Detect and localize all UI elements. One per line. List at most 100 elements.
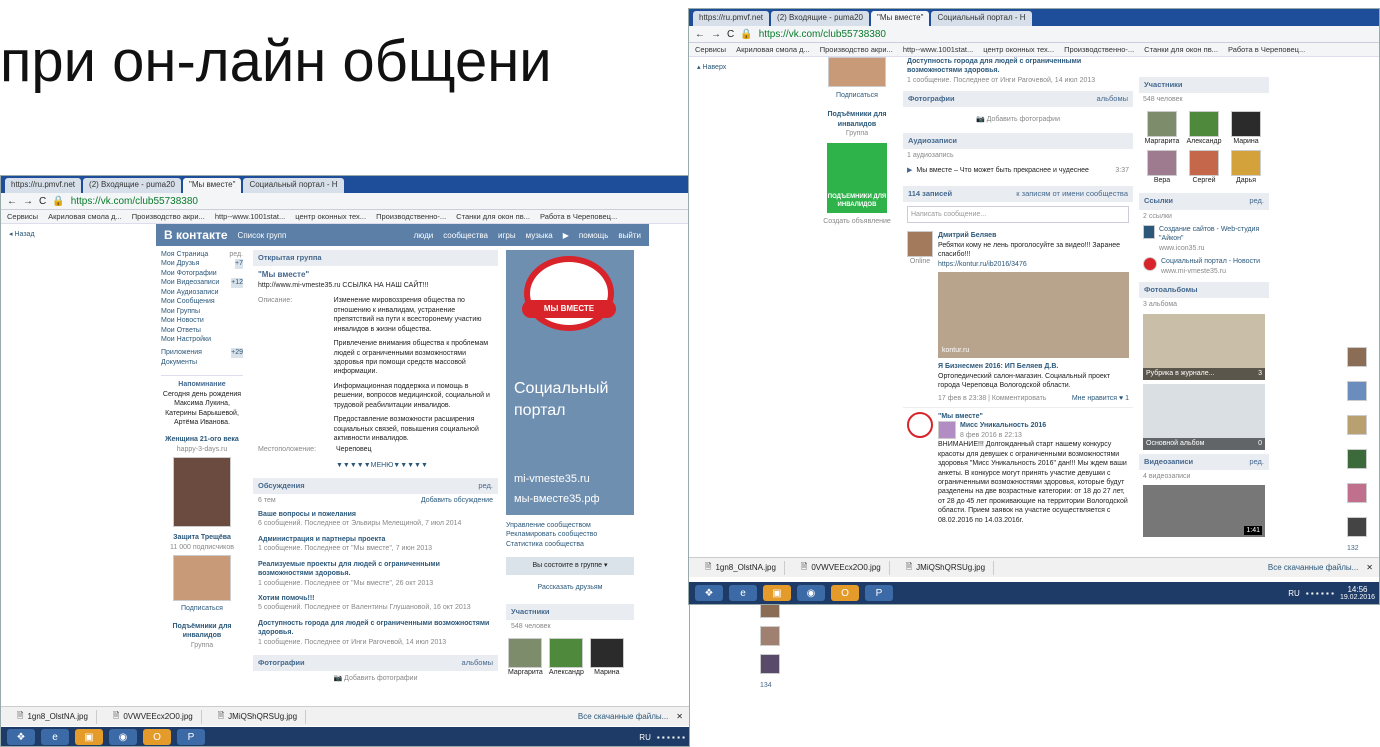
chrome-icon[interactable]: ◉: [797, 585, 825, 601]
tab-2[interactable]: (2) Входящие - puma20: [83, 178, 181, 193]
forward-icon[interactable]: →: [23, 196, 33, 207]
thumb-avatar[interactable]: [1347, 517, 1367, 537]
topic-title[interactable]: Ваше вопросы и пожелания: [258, 510, 493, 519]
topic-title[interactable]: Администрация и партнеры проекта: [258, 535, 493, 544]
write-message-input[interactable]: Написать сообщение...: [907, 206, 1129, 224]
tab-1[interactable]: https://ru.pmvf.net: [693, 11, 770, 26]
clock[interactable]: 14:56 19.02.2016: [1340, 585, 1375, 601]
bookmark-1[interactable]: Сервисы: [695, 45, 726, 54]
bookmark-5[interactable]: центр оконных тех...: [295, 212, 366, 221]
bookmark-8[interactable]: Работа в Череповец...: [1228, 45, 1305, 54]
tray-icons[interactable]: ▪ ▪ ▪ ▪ ▪ ▪: [657, 733, 685, 742]
member-name[interactable]: Марина: [590, 668, 624, 677]
start-icon[interactable]: ❖: [695, 585, 723, 601]
member-avatar[interactable]: [589, 637, 624, 668]
lang-indicator[interactable]: RU: [639, 733, 651, 742]
post-title[interactable]: Я Бизнесмен 2016: ИП Беляев Д.В.: [938, 362, 1129, 371]
posts-header[interactable]: 114 записей к записям от имени сообщества: [903, 185, 1133, 202]
group-avatar[interactable]: [907, 411, 933, 438]
links-edit[interactable]: ред.: [1249, 196, 1264, 206]
post-link[interactable]: https://kontur.ru/ib2016/3476: [938, 260, 1129, 269]
like-button[interactable]: Мне нравится ♥ 1: [1072, 394, 1129, 403]
download-item[interactable]: 🗎 0VWVEEcx2O0.jpg: [105, 709, 202, 724]
tab-2[interactable]: (2) Входящие - puma20: [771, 11, 869, 26]
menu-friends[interactable]: Мои Друзья +7: [161, 259, 243, 269]
folder-icon[interactable]: ▣: [75, 729, 103, 745]
member-button[interactable]: Вы состоите в группе ▾: [506, 557, 634, 575]
mgmt-link[interactable]: Рекламировать сообщество: [506, 530, 634, 539]
tab-4[interactable]: Социальный портал - Н: [243, 178, 344, 193]
links-header[interactable]: Ссылки ред.: [1139, 193, 1269, 210]
mgmt-link[interactable]: Управление сообществом: [506, 521, 634, 530]
thumb-avatar[interactable]: [1347, 381, 1367, 401]
thumb-avatar[interactable]: [1347, 347, 1367, 367]
url-text[interactable]: https://vk.com/club55738380: [759, 29, 886, 40]
menu-videos[interactable]: Мои Видеозаписи +12: [161, 278, 243, 288]
member-name[interactable]: Сергей: [1185, 176, 1223, 185]
close-icon[interactable]: ✕: [1366, 563, 1373, 572]
vk-logo[interactable]: В контакте: [164, 228, 228, 242]
nav-music[interactable]: музыка: [526, 231, 553, 240]
nav-games[interactable]: игры: [498, 231, 516, 240]
audio-header[interactable]: Аудиозаписи: [903, 132, 1133, 149]
member-name[interactable]: Маргарита: [1143, 137, 1181, 146]
subscribe-link[interactable]: Подписаться: [161, 604, 243, 613]
photos-header[interactable]: Фотографии альбомы: [253, 655, 498, 672]
videos-header[interactable]: Видеозаписи ред.: [1139, 453, 1269, 470]
member-name[interactable]: Дарья: [1227, 176, 1265, 185]
thumb-avatar[interactable]: [1347, 449, 1367, 469]
albums-link[interactable]: альбомы: [462, 658, 493, 668]
external-link[interactable]: Социальный портал - Новости: [1161, 257, 1260, 266]
url-text[interactable]: https://vk.com/club55738380: [71, 196, 198, 207]
download-item[interactable]: 🗎 1gn8_OlstNA.jpg: [9, 709, 97, 724]
group-banner[interactable]: МЫ ВМЕСТЕ Социальный портал mi-vmeste35.…: [506, 250, 634, 515]
topic-title[interactable]: Доступность города для людей с ограничен…: [258, 619, 493, 638]
tab-3[interactable]: "Мы вместе": [182, 178, 242, 193]
menu-settings[interactable]: Мои Настройки: [161, 335, 243, 344]
menu-photos[interactable]: Мои Фотографии: [161, 269, 243, 278]
back-link[interactable]: ◂ Назад: [9, 230, 35, 239]
scroll-up-link[interactable]: ▴ Наверх: [697, 63, 726, 72]
address-bar[interactable]: ← → C 🔒 https://vk.com/club55738380: [689, 26, 1379, 43]
repost-avatar[interactable]: [938, 421, 956, 440]
group-link[interactable]: http://www.mi-vmeste35.ru ССЫЛКА НА НАШ …: [258, 281, 493, 290]
bookmark-3[interactable]: Производство акри...: [132, 212, 205, 221]
discussions-edit[interactable]: ред.: [478, 481, 493, 491]
albums-link[interactable]: альбомы: [1097, 94, 1128, 104]
ad-image-2[interactable]: [173, 555, 231, 602]
member-name[interactable]: Александр: [549, 668, 584, 677]
address-bar[interactable]: ← → C 🔒 https://vk.com/club55738380: [1, 193, 689, 210]
ad-title-1[interactable]: Женщина 21-ого века: [161, 435, 243, 444]
topic-title[interactable]: Доступность города для людей с ограничен…: [907, 57, 1129, 76]
post-video[interactable]: kontur.ru: [938, 272, 1129, 359]
nav-help[interactable]: помощь: [579, 231, 608, 240]
download-item[interactable]: 🗎 1gn8_OlstNA.jpg: [697, 560, 785, 575]
forward-icon[interactable]: →: [711, 29, 721, 40]
bookmark-2[interactable]: Акриловая смола д...: [736, 45, 810, 54]
menu-answers[interactable]: Мои Ответы: [161, 326, 243, 335]
close-icon[interactable]: ✕: [676, 712, 683, 721]
play-icon[interactable]: ▶: [907, 166, 912, 175]
video-thumb[interactable]: 1:41: [1143, 485, 1265, 538]
bookmark-5[interactable]: центр оконных тех...: [983, 45, 1054, 54]
bookmark-1[interactable]: Сервисы: [7, 212, 38, 221]
member-avatar[interactable]: [1231, 110, 1261, 137]
bookmark-3[interactable]: Производство акри...: [820, 45, 893, 54]
back-icon[interactable]: ←: [695, 29, 705, 40]
photos-header[interactable]: Фотографии альбомы: [903, 91, 1133, 108]
folder-icon[interactable]: ▣: [763, 585, 791, 601]
download-item[interactable]: 🗎 JMiQShQRSUg.jpg: [898, 560, 995, 575]
outlook-icon[interactable]: O: [831, 585, 859, 601]
member-name[interactable]: Вера: [1143, 176, 1181, 185]
member-avatar[interactable]: [1147, 110, 1177, 137]
videos-edit[interactable]: ред.: [1249, 457, 1264, 467]
topic-title[interactable]: Хотим помочь!!!: [258, 594, 493, 603]
bookmark-4[interactable]: http--www.1001stat...: [903, 45, 973, 54]
tab-1[interactable]: https://ru.pmvf.net: [5, 178, 82, 193]
tab-4[interactable]: Социальный портал - Н: [931, 11, 1032, 26]
member-avatar[interactable]: [1147, 150, 1177, 176]
thumb-avatar[interactable]: [760, 626, 780, 646]
menu-link[interactable]: ▼▼▼▼▼МЕНЮ▼▼▼▼▼: [336, 461, 493, 470]
bookmark-2[interactable]: Акриловая смола д...: [48, 212, 122, 221]
external-link[interactable]: Создание сайтов - Web-студия "Айкон": [1159, 225, 1265, 244]
